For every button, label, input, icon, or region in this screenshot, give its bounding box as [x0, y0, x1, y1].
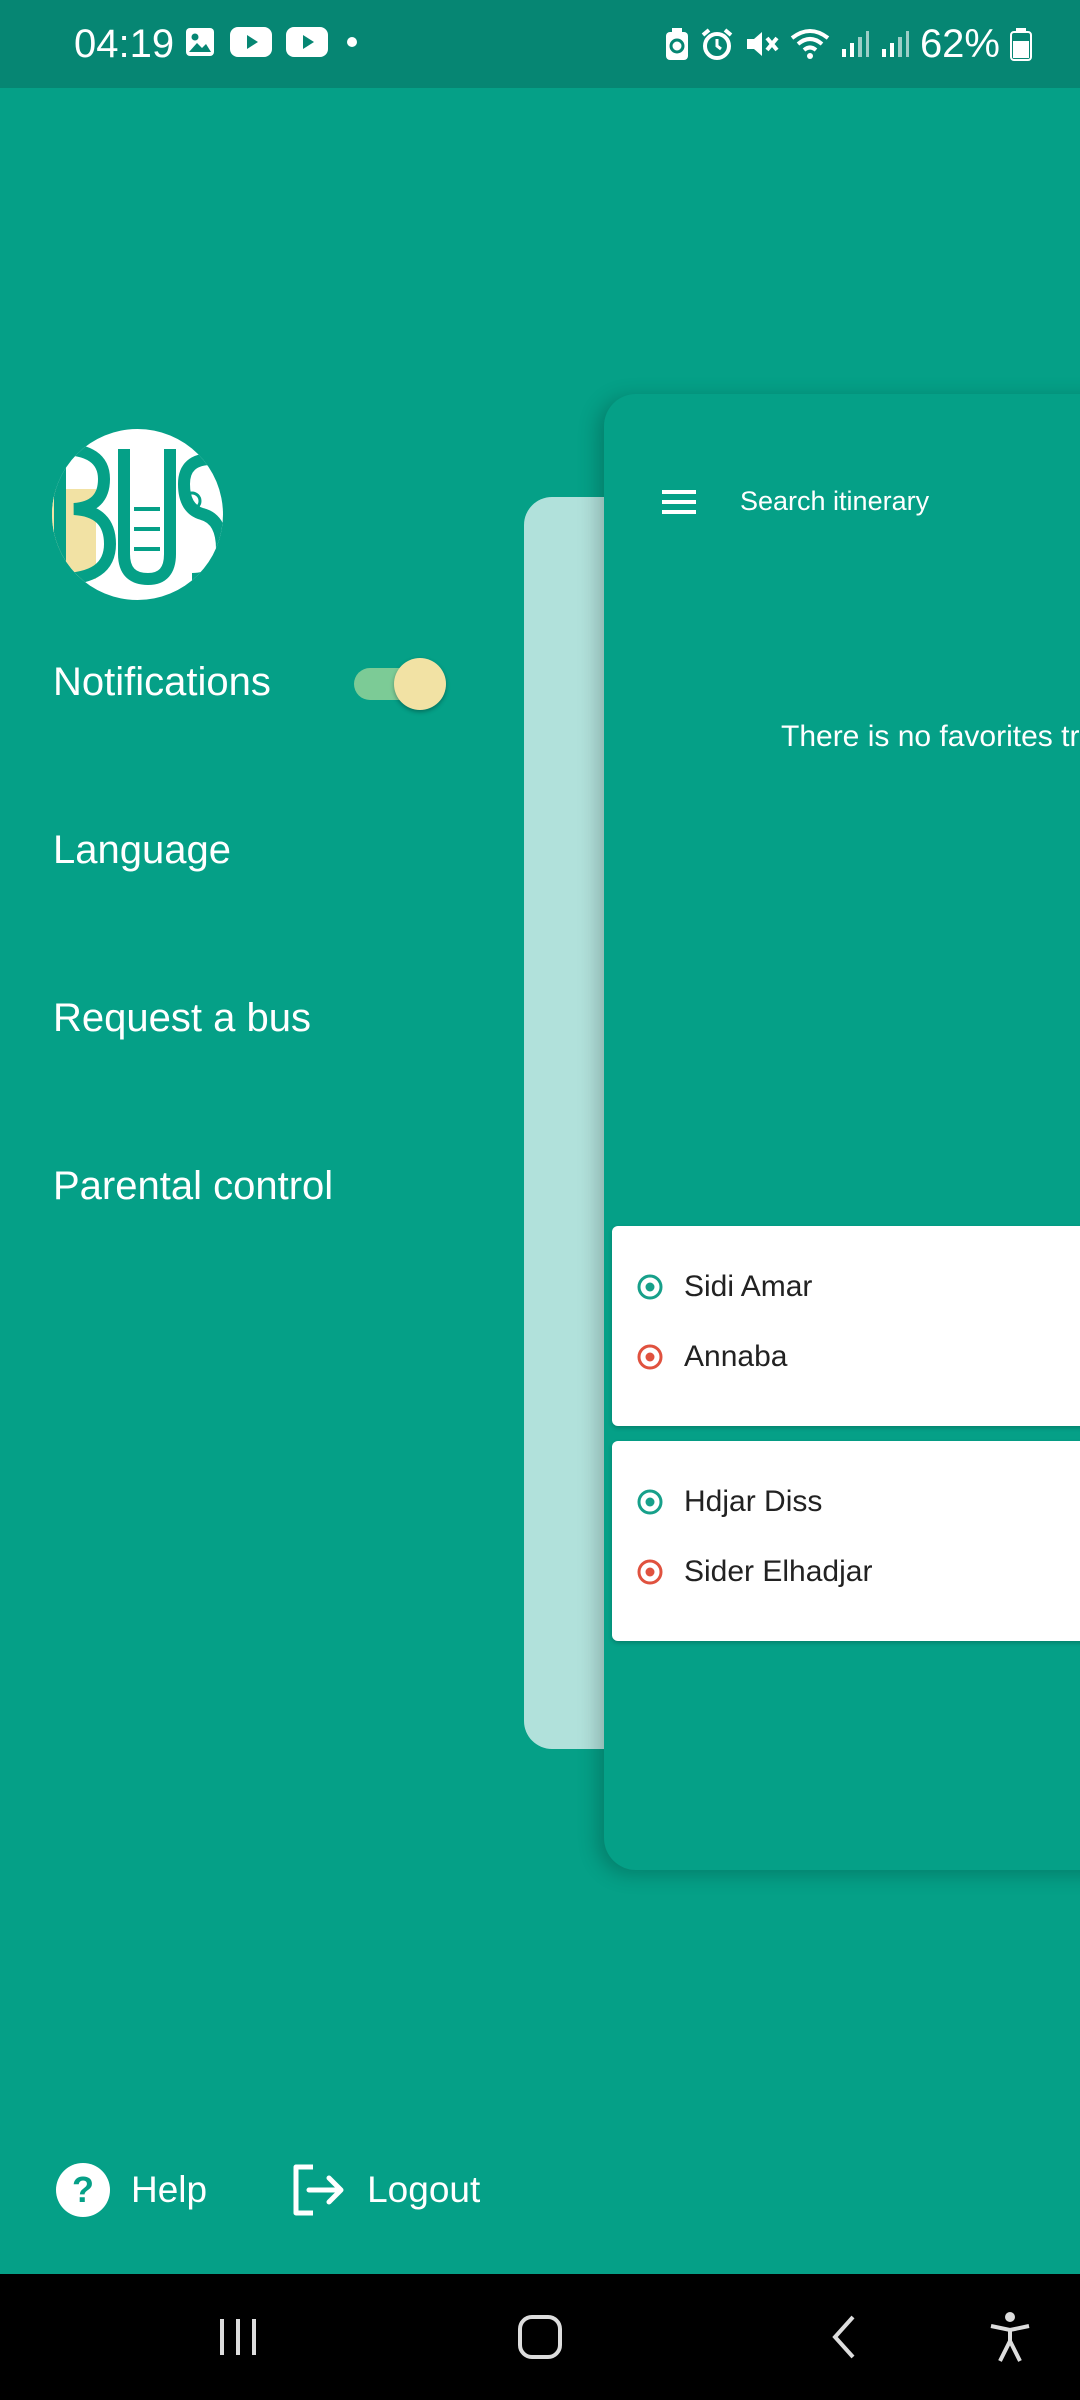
- app-logo: [52, 429, 223, 600]
- logout-icon: [293, 2164, 344, 2216]
- battery-percent: 62%: [919, 22, 1000, 66]
- dot-icon: [347, 37, 357, 47]
- route-card[interactable]: Sidi Amar Annaba: [612, 1226, 1080, 1426]
- menu-item-request-bus[interactable]: Request a bus: [53, 993, 311, 1043]
- route-origin: Hdjar Diss: [636, 1485, 822, 1519]
- alarm-icon: [701, 28, 733, 60]
- youtube-icon: [230, 27, 272, 57]
- recents-button[interactable]: [198, 2274, 278, 2400]
- help-label: Help: [131, 2169, 208, 2210]
- notifications-toggle[interactable]: [350, 658, 446, 710]
- route-origin: Sidi Amar: [636, 1270, 812, 1304]
- menu-item-language[interactable]: Language: [53, 825, 231, 875]
- route-destination: Sider Elhadjar: [636, 1555, 872, 1589]
- search-placeholder[interactable]: Search itinerary: [740, 486, 929, 517]
- battery-icon: [1010, 28, 1032, 61]
- back-button[interactable]: [804, 2274, 884, 2400]
- route-destination-label: Annaba: [684, 1340, 788, 1373]
- logout-label: Logout: [367, 2169, 481, 2210]
- svg-text:?: ?: [72, 2169, 94, 2210]
- route-card[interactable]: Hdjar Diss Sider Elhadjar: [612, 1441, 1080, 1641]
- status-time: 04:19: [74, 22, 175, 66]
- menu-item-parental-control[interactable]: Parental control: [53, 1161, 333, 1211]
- accessibility-button[interactable]: [970, 2274, 1050, 2400]
- home-icon: [518, 2315, 562, 2359]
- system-nav-bar: [0, 2274, 1080, 2400]
- origin-marker-icon: [637, 1274, 663, 1300]
- origin-marker-icon: [637, 1489, 663, 1515]
- battery-saver-icon: [665, 28, 688, 60]
- bus-logo-icon: [52, 443, 223, 586]
- recents-icon: [220, 2319, 256, 2355]
- signal-icon: [841, 31, 869, 57]
- route-destination-label: Sider Elhadjar: [684, 1555, 873, 1588]
- menu-icon[interactable]: [662, 489, 696, 515]
- notifications-label: Notifications: [53, 660, 271, 704]
- route-destination: Annaba: [636, 1340, 787, 1374]
- gallery-icon: [186, 28, 214, 56]
- route-origin-label: Sidi Amar: [684, 1270, 813, 1303]
- route-origin-label: Hdjar Diss: [684, 1485, 823, 1518]
- back-icon: [832, 2315, 855, 2359]
- main-screen-preview[interactable]: Search itinerary There is no favorites t…: [604, 394, 1080, 1870]
- logout-button[interactable]: Logout: [291, 2164, 480, 2216]
- help-button[interactable]: ? Help: [55, 2162, 207, 2218]
- home-button[interactable]: [500, 2274, 580, 2400]
- signal-icon: [881, 31, 909, 57]
- accessibility-icon: [990, 2312, 1030, 2362]
- destination-marker-icon: [637, 1559, 663, 1585]
- destination-marker-icon: [637, 1344, 663, 1370]
- help-icon: ?: [56, 2163, 110, 2217]
- status-bar: 04:19 62%: [0, 0, 1080, 88]
- wifi-icon: [790, 29, 830, 59]
- mute-icon: [746, 32, 779, 56]
- search-bar[interactable]: Search itinerary: [662, 486, 929, 517]
- empty-favorites-message: There is no favorites tr: [781, 720, 1080, 753]
- toggle-thumb: [394, 658, 446, 710]
- youtube-icon: [286, 27, 328, 57]
